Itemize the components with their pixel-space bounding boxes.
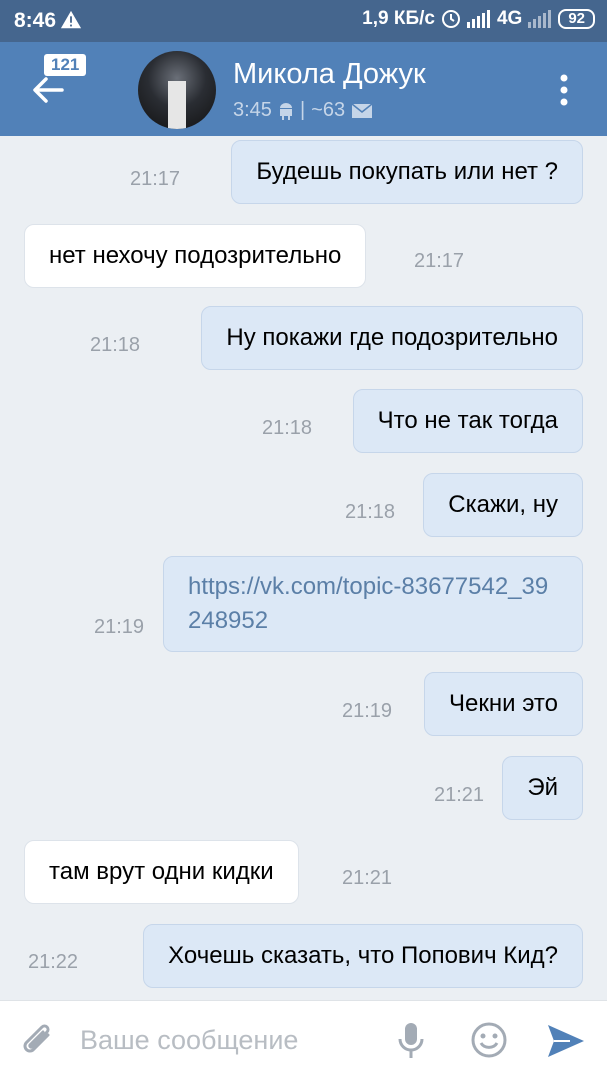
message-time: 21:22 [28,951,79,973]
message-outgoing[interactable]: Ну покажи где подозрительно [201,306,583,370]
message-composer: Ваше сообщение [0,1000,607,1080]
android-icon [279,102,292,120]
message-outgoing[interactable]: Эй [502,756,583,820]
message-time: 21:18 [345,501,396,523]
message-link[interactable]: https://vk.com/topic-83677542_39248952 [163,556,583,652]
message-outgoing[interactable]: Что не так тогда [352,389,583,453]
message-time: 21:17 [130,168,181,190]
message-outgoing[interactable]: Чекни это [424,672,583,736]
status-bar: 8:46 1,9 КБ/с 4G 92 [0,0,607,42]
back-arrow-icon[interactable] [28,70,68,110]
chat-header: 121 Микола Дожук 3:45 | ~63 [0,42,607,136]
avatar[interactable] [138,51,216,129]
unread-badge[interactable]: 121 [44,54,87,76]
clock-icon [441,10,460,28]
message-time: 21:21 [434,784,485,806]
contact-status: 3:45 | ~63 [233,99,373,122]
message-input[interactable]: Ваше сообщение [80,1025,298,1056]
signal-icon [528,10,552,28]
message-list[interactable]: Будешь покупать или нет ? 21:17 нет нехо… [0,136,607,1000]
message-time: 21:18 [262,417,313,439]
contact-name[interactable]: Микола Дожук [233,58,426,91]
signal-icon [466,10,490,28]
status-time: 8:46 [14,9,57,32]
microphone-icon[interactable] [396,1021,426,1061]
status-separator: | [299,99,306,121]
message-time: 21:17 [414,250,465,272]
message-time: 21:19 [94,616,145,638]
message-time: 21:21 [342,867,393,889]
send-icon[interactable] [546,1023,586,1059]
message-incoming[interactable]: там врут одни кидки [24,840,299,904]
message-outgoing[interactable]: Скажи, ну [423,473,583,537]
emoji-icon[interactable] [470,1021,508,1059]
message-outgoing[interactable]: Будешь покупать или нет ? [231,140,583,204]
message-time: 21:18 [90,334,141,356]
message-incoming[interactable]: нет нехочу подозрительно [24,224,367,288]
network-type: 4G [496,8,523,29]
battery-icon: 92 [558,9,595,29]
message-count: ~63 [311,99,346,121]
more-vert-icon[interactable] [559,74,569,106]
status-right: 1,9 КБ/с 4G 92 [362,8,595,30]
last-seen: 3:45 [233,99,272,121]
network-speed: 1,9 КБ/с [362,8,435,29]
message-time: 21:19 [342,700,393,722]
warning-icon [60,10,82,29]
paperclip-icon[interactable] [20,1021,56,1061]
message-outgoing[interactable]: Хочешь сказать, что Попович Кид? [143,924,583,988]
mail-icon [351,102,373,118]
